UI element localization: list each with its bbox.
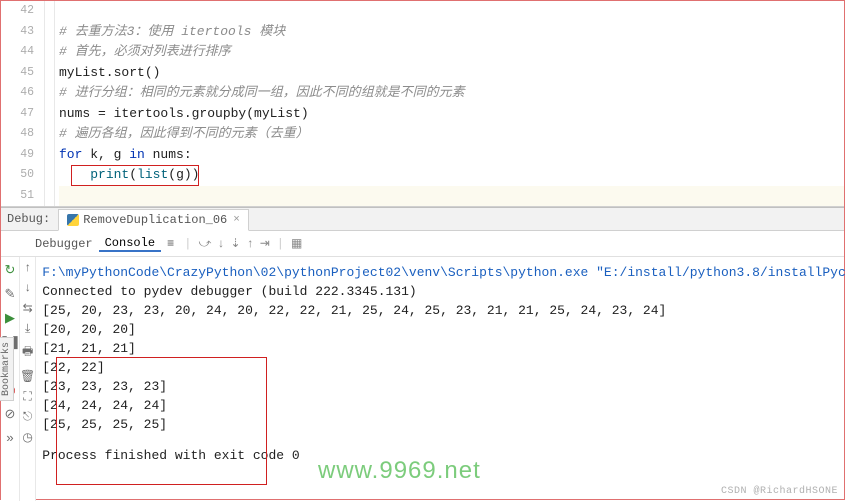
print-icon[interactable]: 🖶 bbox=[22, 342, 33, 363]
filter-icon[interactable]: ⛶ bbox=[23, 390, 31, 404]
modify-run-icon[interactable]: ✎ bbox=[1, 285, 19, 303]
rerun-icon[interactable]: ↻ bbox=[1, 261, 19, 279]
keyword-for: for bbox=[59, 147, 82, 162]
output-line: [24, 24, 24, 24] bbox=[42, 396, 845, 415]
code-area[interactable]: # 去重方法3：使用 itertools 模块 # 首先，必须对列表进行排序 m… bbox=[55, 1, 844, 206]
fold-gutter[interactable] bbox=[45, 1, 55, 206]
code-editor[interactable]: 42 43 44 45 46 47 48 49 50 51 # 去重方法3：使用… bbox=[1, 1, 844, 207]
history-icon[interactable]: ◷ bbox=[22, 430, 32, 445]
step-into-icon[interactable]: ↓ bbox=[217, 237, 224, 251]
close-icon[interactable]: × bbox=[233, 208, 240, 232]
soft-wrap-icon[interactable]: ⇆ bbox=[23, 301, 33, 316]
builtin-list: list bbox=[137, 167, 168, 182]
resume-icon[interactable]: ▶ bbox=[1, 309, 19, 327]
debug-subtabs: Debugger Console ≡ | ⤻ ↓ ⇣ ↑ ⇥ | ▦ bbox=[1, 231, 844, 257]
up-icon[interactable]: ↑ bbox=[24, 261, 31, 275]
comment: # 遍历各组，因此得到不同的元素（去重） bbox=[59, 126, 309, 141]
line-number: 46 bbox=[1, 83, 34, 104]
output-line: Connected to pydev debugger (build 222.3… bbox=[42, 282, 845, 301]
exit-line: Process finished with exit code 0 bbox=[42, 446, 845, 465]
layout-icon[interactable]: » bbox=[1, 429, 19, 447]
line-number: 44 bbox=[1, 42, 34, 63]
step-out-icon[interactable]: ↑ bbox=[247, 237, 254, 251]
comment: # 进行分组：相同的元素就分成同一组，因此不同的组就是不同的元素 bbox=[59, 85, 465, 100]
step-over-icon[interactable]: ⤻ bbox=[198, 237, 211, 251]
comment: # 首先，必须对列表进行排序 bbox=[59, 44, 231, 59]
run-to-cursor-icon[interactable]: ⇥ bbox=[260, 236, 270, 251]
down-icon[interactable]: ↓ bbox=[24, 281, 31, 295]
code-text: nums = itertools.groupby(myList) bbox=[59, 106, 309, 121]
line-number: 42 bbox=[1, 1, 34, 22]
tab-debugger[interactable]: Debugger bbox=[29, 237, 99, 251]
bookmarks-tool-tab[interactable]: Bookmarks bbox=[0, 337, 14, 401]
step-into-my-icon[interactable]: ⇣ bbox=[230, 236, 240, 251]
output-line: [25, 20, 23, 23, 20, 24, 20, 22, 22, 21,… bbox=[42, 301, 845, 320]
line-number: 48 bbox=[1, 124, 34, 145]
line-number: 51 bbox=[1, 186, 34, 207]
line-gutter: 42 43 44 45 46 47 48 49 50 51 bbox=[1, 1, 45, 206]
output-line: [21, 21, 21] bbox=[42, 339, 845, 358]
tab-title: RemoveDuplication_06 bbox=[83, 208, 227, 232]
debug-session-tab[interactable]: RemoveDuplication_06 × bbox=[58, 209, 249, 231]
line-number: 49 bbox=[1, 145, 34, 166]
more-menu-icon[interactable]: ≡ bbox=[161, 237, 180, 251]
line-number: 43 bbox=[1, 22, 34, 43]
keyword-in: in bbox=[129, 147, 145, 162]
tab-console[interactable]: Console bbox=[99, 236, 161, 252]
line-number: 45 bbox=[1, 63, 34, 84]
code-text: myList.sort() bbox=[59, 65, 160, 80]
line-number: 50 bbox=[1, 165, 34, 186]
corner-watermark: CSDN @RichardHSONE bbox=[721, 486, 838, 497]
console-output[interactable]: F:\myPythonCode\CrazyPython\02\pythonPro… bbox=[36, 257, 845, 501]
mute-bp-icon[interactable]: ⊘ bbox=[1, 405, 19, 423]
evaluate-icon[interactable]: ▦ bbox=[291, 236, 302, 251]
debug-tool-window-header[interactable]: Debug: RemoveDuplication_06 × bbox=[1, 207, 844, 231]
comment: # 去重方法3：使用 itertools 模块 bbox=[59, 24, 285, 39]
output-line: [22, 22] bbox=[42, 358, 845, 377]
caret-line[interactable] bbox=[59, 186, 844, 207]
debug-label: Debug: bbox=[7, 207, 50, 231]
python-console-icon[interactable]: ⎋ bbox=[23, 410, 33, 424]
builtin-print: print bbox=[90, 167, 129, 182]
clear-icon[interactable]: 🗑 bbox=[20, 369, 35, 384]
python-icon bbox=[67, 214, 79, 226]
output-line: [23, 23, 23, 23] bbox=[42, 377, 845, 396]
console-toolbar: ↑ ↓ ⇆ ⤓ 🖶 🗑 ⛶ ⎋ ◷ bbox=[20, 257, 36, 501]
output-line: [20, 20, 20] bbox=[42, 320, 845, 339]
command-line: F:\myPythonCode\CrazyPython\02\pythonPro… bbox=[42, 263, 845, 282]
debug-body: ↻ ✎ ▶ ❚❚ ■ ◉ ⊘ » ↑ ↓ ⇆ ⤓ 🖶 🗑 ⛶ ⎋ ◷ F:\my… bbox=[1, 257, 844, 501]
line-number: 47 bbox=[1, 104, 34, 125]
scroll-end-icon[interactable]: ⤓ bbox=[25, 322, 30, 336]
output-line: [25, 25, 25, 25] bbox=[42, 415, 845, 434]
